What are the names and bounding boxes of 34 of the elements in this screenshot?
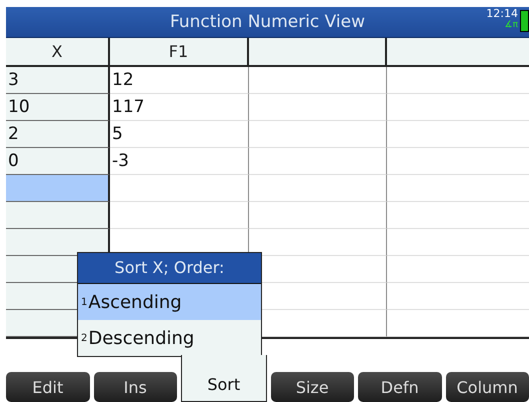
column-header[interactable]: X: [6, 38, 110, 67]
table-cell[interactable]: 117: [110, 94, 249, 121]
table-cell[interactable]: -3: [110, 148, 249, 175]
soft-key[interactable]: Size: [270, 372, 354, 402]
table-cell[interactable]: [6, 175, 110, 202]
soft-key[interactable]: Edit: [6, 372, 90, 402]
soft-key[interactable]: Sort: [181, 355, 266, 402]
column-header[interactable]: F1: [110, 38, 249, 67]
table-cell[interactable]: [249, 175, 387, 202]
table-cell[interactable]: 2: [6, 121, 110, 148]
battery-icon: [520, 10, 529, 32]
window-title: Function Numeric View: [170, 12, 366, 32]
menu-title: Sort X; Order:: [78, 253, 261, 284]
table-cell[interactable]: [110, 175, 249, 202]
soft-key[interactable]: Ins: [94, 372, 177, 402]
table-cell[interactable]: [6, 229, 110, 256]
soft-key[interactable]: Defn: [358, 372, 442, 402]
table-cell[interactable]: [249, 148, 387, 175]
column-header[interactable]: [387, 38, 529, 67]
soft-key[interactable]: Column: [446, 372, 529, 402]
table-cell[interactable]: [249, 67, 387, 94]
table-cell[interactable]: [110, 202, 249, 229]
table-cell[interactable]: 5: [110, 121, 249, 148]
clock-time: 12:14: [486, 8, 518, 20]
table-cell[interactable]: [249, 121, 387, 148]
table-cell[interactable]: 0: [6, 148, 110, 175]
angle-mode: ∡π: [504, 20, 518, 30]
table-cell[interactable]: [6, 202, 110, 229]
column-header[interactable]: [249, 38, 387, 67]
table-cell[interactable]: 10: [6, 94, 110, 121]
table-cell[interactable]: [249, 94, 387, 121]
table-cell[interactable]: 3: [6, 67, 110, 94]
table-cell[interactable]: [249, 202, 387, 229]
table-cell[interactable]: 12: [110, 67, 249, 94]
